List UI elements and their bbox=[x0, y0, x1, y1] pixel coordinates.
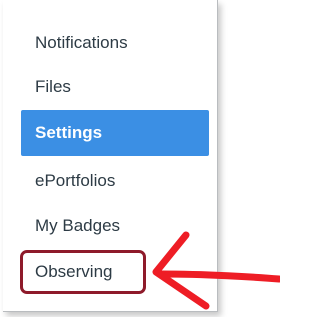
observing-highlight-box bbox=[20, 250, 146, 294]
nav-item-label: My Badges bbox=[35, 216, 121, 235]
nav-item-files[interactable]: Files bbox=[21, 64, 209, 110]
nav-item-label: Files bbox=[35, 77, 71, 96]
nav-item-settings[interactable]: Settings bbox=[21, 110, 209, 156]
nav-item-my-badges[interactable]: My Badges bbox=[21, 203, 209, 249]
nav-item-label: Notifications bbox=[35, 33, 128, 52]
nav-item-label: ePortfolios bbox=[35, 171, 116, 190]
nav-item-label: Settings bbox=[35, 123, 103, 142]
screenshot-stage: Notifications Files Settings ePortfolios… bbox=[0, 0, 280, 317]
nav-item-notifications[interactable]: Notifications bbox=[21, 20, 209, 66]
nav-item-eportfolios[interactable]: ePortfolios bbox=[21, 158, 209, 204]
